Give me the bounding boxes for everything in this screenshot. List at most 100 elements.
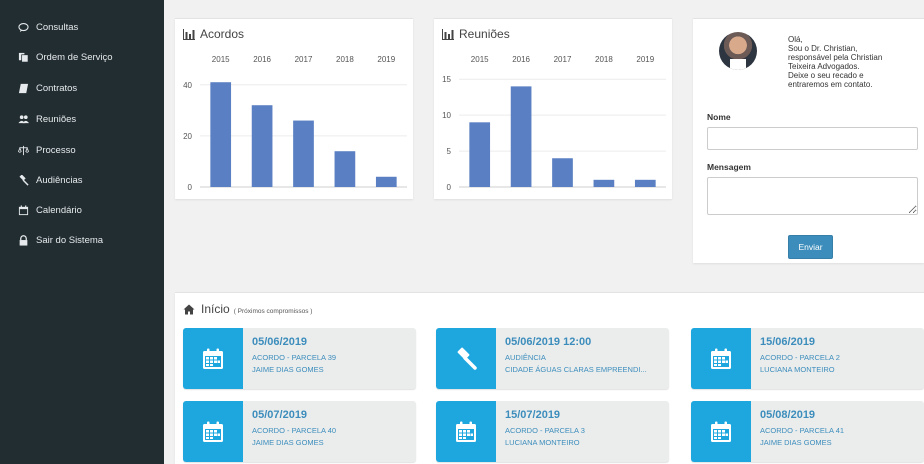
sidebar-item-audiencias[interactable]: Audiências — [0, 165, 164, 195]
calendar-icon — [691, 401, 751, 462]
agenda-date: 05/08/2019 — [760, 409, 816, 421]
greeting-line: Deixe o seu recado e — [788, 71, 864, 80]
y-tick-label: 0 — [447, 183, 452, 192]
agenda-client: JAIME DIAS GOMES — [252, 438, 324, 447]
agenda-header: Início ( Próximos compromissos ) — [183, 302, 312, 316]
sidebar-item-processo[interactable]: Processo — [0, 135, 164, 165]
calendar-icon — [183, 328, 243, 389]
agenda-item[interactable]: 05/06/2019 12:00 AUDIÊNCIA CIDADE ÁGUAS … — [436, 328, 669, 389]
agenda-item[interactable]: 05/06/2019 ACORDO - PARCELA 39 JAIME DIA… — [183, 328, 416, 389]
x-tick-label: 2016 — [253, 55, 271, 64]
bar — [634, 179, 656, 187]
agenda-client: CIDADE ÁGUAS CLARAS EMPREENDI... — [505, 365, 647, 374]
reunioes-chart-card: Reuniões 0 5 10 15 2015 2016 2017 2018 2019 — [434, 18, 672, 199]
agenda-date: 15/06/2019 — [760, 336, 816, 348]
calendar-icon — [436, 401, 496, 462]
acordos-chart-card: Acordos 0 20 40 2015 2016 2017 2018 2019 — [175, 18, 413, 199]
agenda-date: 05/07/2019 — [252, 409, 308, 421]
sidebar-item-label: Processo — [36, 144, 76, 156]
bar — [293, 120, 314, 187]
agenda-item[interactable]: 15/07/2019 ACORDO - PARCELA 3 LUCIANA MO… — [436, 401, 669, 462]
bar — [510, 86, 532, 187]
y-tick-label: 15 — [442, 75, 451, 84]
agenda-item[interactable]: 05/07/2019 ACORDO - PARCELA 40 JAIME DIA… — [183, 401, 416, 462]
sidebar-item-label: Contratos — [36, 82, 78, 94]
y-tick-label: 0 — [188, 183, 193, 192]
y-tick-label: 5 — [447, 147, 452, 156]
greeting-line: responsável pela Christian — [788, 53, 883, 62]
agenda-type: ACORDO - PARCELA 2 — [760, 353, 840, 362]
bar — [334, 151, 356, 187]
agenda-client: JAIME DIAS GOMES — [252, 365, 324, 374]
greeting-text: Olá, Sou o Dr. Christian, responsável pe… — [788, 35, 918, 89]
agenda-date: 05/06/2019 — [252, 336, 308, 348]
agenda-subtitle: ( Próximos compromissos ) — [233, 308, 313, 315]
lock-icon — [17, 234, 29, 246]
send-button[interactable]: Enviar — [788, 235, 833, 259]
sidebar-item-label: Sair do Sistema — [36, 234, 104, 246]
y-tick-label: 20 — [183, 132, 192, 141]
gavel-icon — [436, 328, 496, 389]
sidebar-item-calendario[interactable]: Calendário — [0, 195, 164, 225]
agenda-type: ACORDO - PARCELA 3 — [505, 426, 585, 435]
agenda-item[interactable]: 05/08/2019 ACORDO - PARCELA 41 JAIME DIA… — [691, 401, 924, 462]
greeting-line: Olá, — [788, 35, 803, 44]
x-tick-label: 2017 — [295, 55, 313, 64]
sidebar-item-ordem-de-servico[interactable]: Ordem de Serviço — [0, 42, 164, 72]
acordos-chart: 0 20 40 2015 2016 2017 2018 2019 — [183, 55, 407, 192]
home-icon — [183, 304, 195, 314]
bar — [552, 158, 573, 187]
sidebar: Consultas Ordem de Serviço Contratos Reu… — [0, 0, 164, 464]
bar — [251, 105, 273, 187]
chat-icon — [17, 21, 29, 33]
agenda-type: AUDIÊNCIA — [505, 353, 546, 362]
sidebar-item-consultas[interactable]: Consultas — [0, 12, 164, 42]
x-tick-label: 2018 — [336, 55, 354, 64]
avatar — [719, 32, 757, 70]
calendar-icon — [17, 204, 29, 216]
agenda-date: 05/06/2019 12:00 — [505, 336, 592, 348]
sidebar-item-label: Ordem de Serviço — [36, 51, 113, 63]
name-field[interactable] — [707, 127, 918, 150]
bar — [375, 176, 397, 187]
x-tick-label: 2017 — [554, 55, 572, 64]
x-tick-label: 2015 — [212, 55, 230, 64]
gavel-icon — [17, 174, 29, 186]
agenda-client: LUCIANA MONTEIRO — [760, 365, 835, 374]
reunioes-chart: 0 5 10 15 2015 2016 2017 2018 2019 — [442, 55, 666, 192]
agenda-client: JAIME DIAS GOMES — [760, 438, 832, 447]
agenda-type: ACORDO - PARCELA 40 — [252, 426, 337, 435]
book-icon — [17, 82, 29, 94]
x-tick-label: 2018 — [595, 55, 613, 64]
agenda-title: Início — [201, 302, 230, 316]
greeting-line: Sou o Dr. Christian, — [788, 44, 858, 53]
agenda-type: ACORDO - PARCELA 41 — [760, 426, 845, 435]
agenda-date: 15/07/2019 — [505, 409, 561, 421]
sidebar-item-contratos[interactable]: Contratos — [0, 73, 164, 103]
agenda-type: ACORDO - PARCELA 39 — [252, 353, 337, 362]
sidebar-item-label: Consultas — [36, 21, 79, 33]
bar — [593, 179, 615, 187]
sidebar-item-label: Calendário — [36, 204, 82, 216]
sidebar-item-label: Reuniões — [36, 113, 77, 125]
agenda-item[interactable]: 15/06/2019 ACORDO - PARCELA 2 LUCIANA MO… — [691, 328, 924, 389]
message-label: Mensagem — [707, 162, 751, 172]
sidebar-item-reunioes[interactable]: Reuniões — [0, 104, 164, 134]
calendar-icon — [183, 401, 243, 462]
x-tick-label: 2019 — [636, 55, 654, 64]
bar — [469, 122, 491, 187]
y-tick-label: 40 — [183, 81, 192, 90]
y-tick-label: 10 — [442, 111, 451, 120]
sidebar-item-sair[interactable]: Sair do Sistema — [0, 225, 164, 255]
bar — [210, 82, 232, 187]
scale-icon — [17, 144, 29, 156]
x-tick-label: 2015 — [471, 55, 489, 64]
x-tick-label: 2019 — [377, 55, 395, 64]
message-field[interactable] — [707, 177, 918, 215]
greeting-line: Teixeira Advogados. — [788, 62, 860, 71]
name-label: Nome — [707, 112, 731, 122]
greeting-line: entraremos em contato. — [788, 80, 873, 89]
sidebar-item-label: Audiências — [36, 174, 83, 186]
calendar-icon — [691, 328, 751, 389]
agenda-client: LUCIANA MONTEIRO — [505, 438, 580, 447]
